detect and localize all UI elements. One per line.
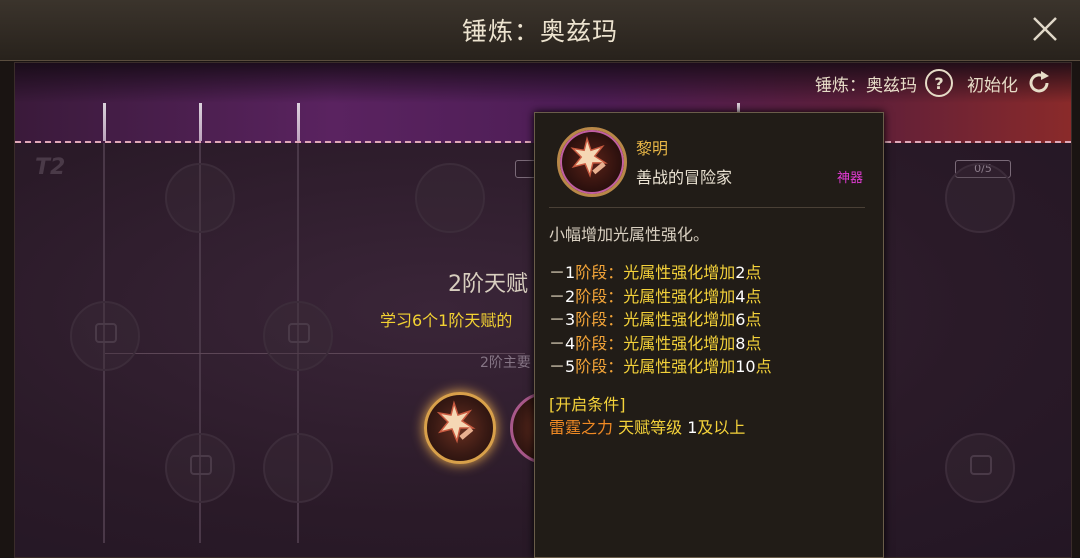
talent-slot[interactable]	[263, 433, 333, 503]
talent-slot[interactable]	[415, 163, 485, 233]
stage-row: －5阶段：光属性强化增加10点	[549, 357, 772, 376]
skill-subtitle: 善战的冒险家	[636, 168, 733, 187]
tier-mark-icon: T2	[35, 155, 66, 180]
skill-description: 小幅增加光属性强化。	[549, 225, 710, 244]
talent-slot[interactable]	[945, 433, 1015, 503]
close-icon[interactable]	[1030, 14, 1060, 44]
talent-slot[interactable]	[263, 301, 333, 371]
stage-row: －4阶段：光属性强化增加8点	[549, 333, 762, 353]
divider	[549, 207, 865, 208]
reset-label[interactable]: 初始化	[967, 71, 1018, 96]
star-sword-icon	[436, 400, 476, 444]
talent-slot[interactable]	[70, 301, 140, 371]
rarity-badge: 神器	[836, 171, 863, 186]
window-title: 锤炼：奥兹玛	[461, 17, 618, 46]
awakening-label: 锤炼：奥兹玛	[815, 75, 917, 96]
stage-row: －1阶段：光属性强化增加2点	[549, 263, 762, 282]
title-bar: 锤炼：奥兹玛	[0, 0, 1080, 61]
top-controls: 锤炼：奥兹玛 ? 初始化	[815, 68, 1052, 98]
skill-name: 黎明	[636, 139, 669, 158]
stage-row: －3阶段：光属性强化增加6点	[549, 310, 762, 329]
question-icon[interactable]: ?	[925, 69, 953, 97]
talent-slot[interactable]	[165, 433, 235, 503]
star-sword-icon	[570, 136, 608, 178]
talent-slot[interactable]	[945, 163, 1015, 233]
unlock-condition: 雷霆之力 天赋等级 1及以上	[549, 418, 746, 437]
stage-row: －2阶段：光属性强化增加4点	[549, 286, 762, 306]
talent-tooltip: 黎明 善战的冒险家 神器 小幅增加光属性强化。 －1阶段：光属性强化增加2点 －…	[534, 112, 884, 558]
skill-icon	[557, 127, 627, 197]
talent-slot[interactable]	[165, 163, 235, 233]
stage-list: －1阶段：光属性强化增加2点 －2阶段：光属性强化增加4点 －3阶段：光属性强化…	[549, 261, 772, 379]
unlock-condition-title: [开启条件]	[549, 395, 626, 414]
tier-requirement: 学习6个1阶天赋的	[380, 311, 513, 330]
tier-main-label: 2阶主要	[480, 355, 531, 371]
tier-title: 2阶天赋	[448, 272, 528, 297]
refresh-icon[interactable]	[1026, 70, 1052, 96]
skill-dawn-button[interactable]	[424, 392, 496, 464]
